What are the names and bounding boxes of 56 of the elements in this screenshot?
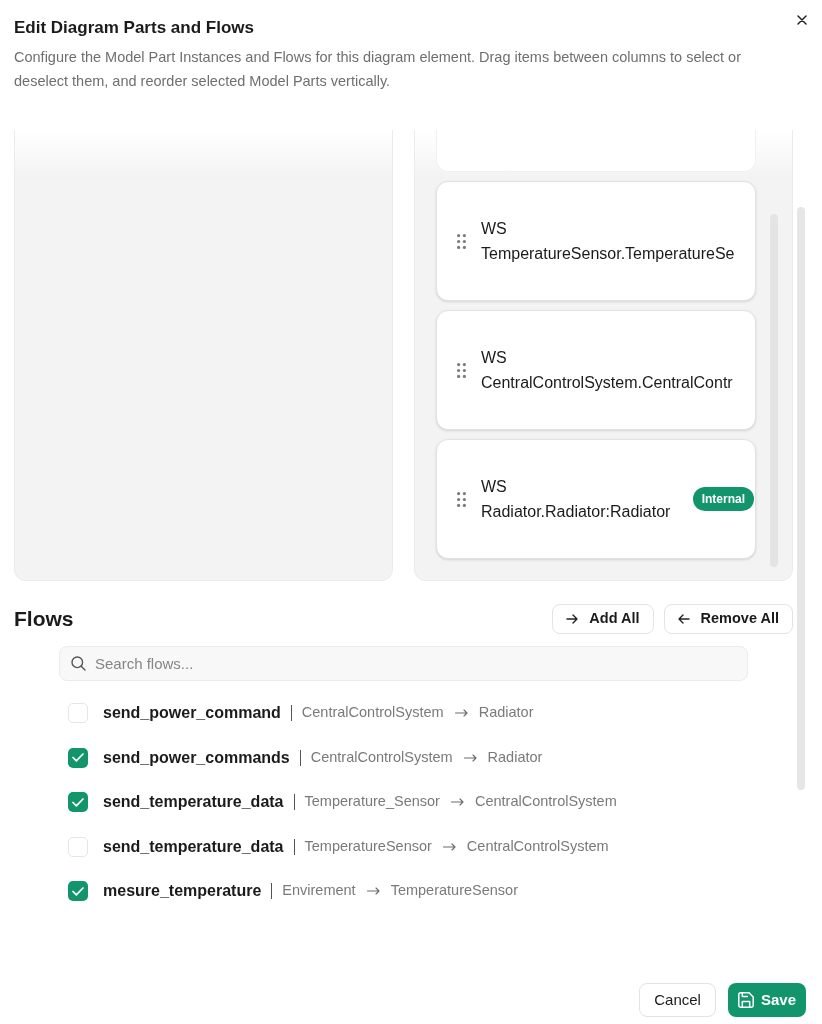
scrollbar-thumb[interactable]: [797, 207, 805, 790]
arrow-right-icon: [566, 614, 579, 624]
flow-source: Envirement: [282, 881, 356, 901]
part-name: CentralControlSystem.CentralContr: [481, 373, 733, 393]
checkbox[interactable]: [68, 792, 88, 813]
flow-name: mesure_temperature: [103, 881, 262, 902]
flow-name: send_temperature_data: [103, 792, 284, 813]
flow-target: CentralControlSystem: [466, 836, 609, 856]
check-icon: [72, 753, 84, 763]
flow-target: TemperatureSensor: [390, 881, 518, 901]
part-prefix: WS: [481, 348, 508, 368]
part-prefix: WS: [481, 219, 508, 239]
drag-handle-icon[interactable]: [457, 233, 466, 249]
flow-name: send_power_command: [103, 703, 281, 724]
checkbox[interactable]: [68, 747, 88, 768]
arrow-right-icon: [454, 709, 468, 718]
flow-source: TemperatureSensor: [304, 836, 432, 856]
search-icon: [71, 656, 86, 671]
part-card[interactable]: WS CentralControlSystem.CentralContr: [436, 310, 756, 430]
part-card[interactable]: WS Radiator.Radiator:Radiator Internal: [436, 439, 756, 559]
arrow-left-icon: [677, 614, 690, 624]
close-button[interactable]: [796, 14, 808, 26]
check-icon: [72, 886, 84, 896]
arrow-right-icon: [463, 753, 477, 762]
search-field[interactable]: Search flows...: [59, 646, 748, 681]
remove-all-button[interactable]: Remove All: [663, 604, 793, 634]
part-name: Radiator.Radiator:Radiator: [481, 502, 671, 522]
save-button[interactable]: Save: [727, 983, 806, 1017]
section-title: Flows: [14, 606, 74, 632]
status-badge: Internal: [692, 487, 754, 511]
close-icon: [797, 15, 807, 25]
flow-source: CentralControlSystem: [310, 747, 453, 767]
arrow-right-icon: [366, 887, 380, 896]
check-icon: [72, 797, 84, 807]
cancel-button[interactable]: Cancel: [639, 983, 716, 1017]
checkbox[interactable]: [68, 703, 88, 724]
flow-name: send_temperature_data: [103, 836, 284, 857]
save-icon: [737, 992, 754, 1008]
part-card[interactable]: WS TemperatureSensor.TemperatureSe: [436, 181, 756, 301]
part-name: TemperatureSensor.TemperatureSe: [481, 244, 735, 264]
drag-handle-icon[interactable]: [457, 362, 466, 378]
dialog-title: Edit Diagram Parts and Flows: [14, 17, 254, 39]
arrow-right-icon: [442, 842, 456, 851]
part-prefix: WS: [481, 477, 508, 497]
flow-source: Temperature_Sensor: [304, 792, 440, 812]
flow-target: Radiator: [487, 747, 543, 767]
flow-source: CentralControlSystem: [301, 703, 444, 723]
add-all-button[interactable]: Add All: [552, 604, 654, 634]
flow-target: Radiator: [478, 703, 534, 723]
flow-name: send_power_commands: [103, 747, 290, 768]
drag-handle-icon[interactable]: [457, 491, 466, 507]
checkbox[interactable]: [68, 881, 88, 902]
flow-target: CentralControlSystem: [474, 792, 617, 812]
arrow-right-icon: [450, 798, 464, 807]
checkbox[interactable]: [68, 836, 88, 857]
dialog-description: Configure the Model Part Instances and Flows for this diagram element. Drag items between columns to select or deselect them, and reorder selected Model Parts vertically.: [14, 48, 742, 91]
